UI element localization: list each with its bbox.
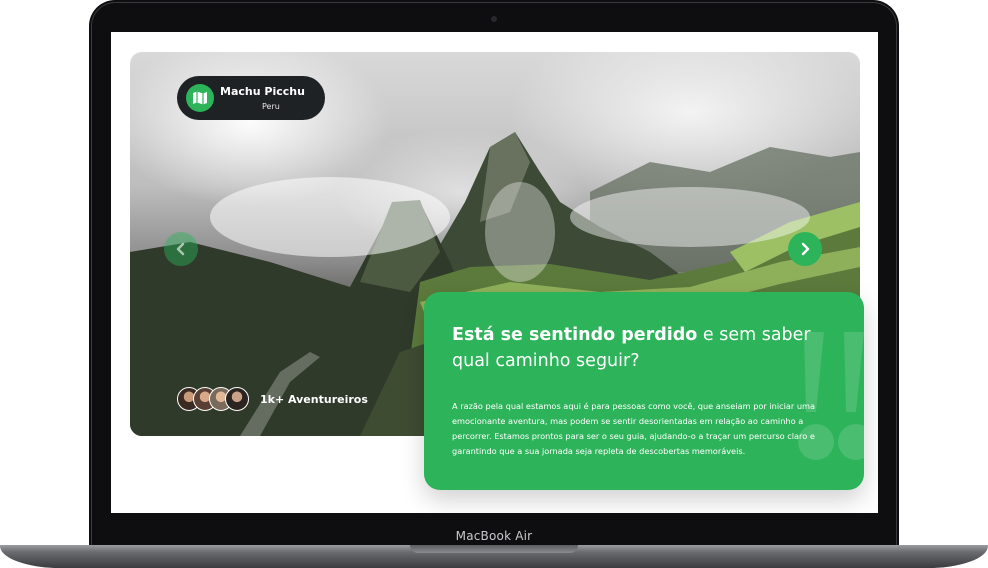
avatar — [225, 387, 249, 411]
camera — [491, 16, 497, 22]
chevron-left-icon — [176, 242, 185, 256]
base-notch — [410, 545, 578, 553]
location-name: Machu Picchu — [220, 85, 305, 98]
map-icon — [186, 84, 214, 112]
location-badge[interactable]: Machu Picchu Peru — [177, 76, 325, 120]
screen: Machu Picchu Peru 1k+ Aventureiros Está … — [111, 32, 878, 513]
location-country: Peru — [262, 102, 280, 111]
card-headline: Está se sentindo perdido e sem saber qua… — [452, 322, 852, 374]
intro-card: Está se sentindo perdido e sem saber qua… — [424, 292, 864, 490]
adventurers-count: 1k+ Aventureiros — [260, 393, 368, 406]
next-slide-button[interactable] — [788, 232, 822, 266]
chevron-right-icon — [801, 242, 810, 256]
prev-slide-button[interactable] — [164, 232, 198, 266]
adventurer-avatars — [177, 387, 253, 413]
headline-bold: Está se sentindo perdido — [452, 325, 698, 345]
card-body: A razão pela qual estamos aqui é para pe… — [452, 401, 816, 456]
device-label: MacBook Air — [455, 529, 533, 543]
